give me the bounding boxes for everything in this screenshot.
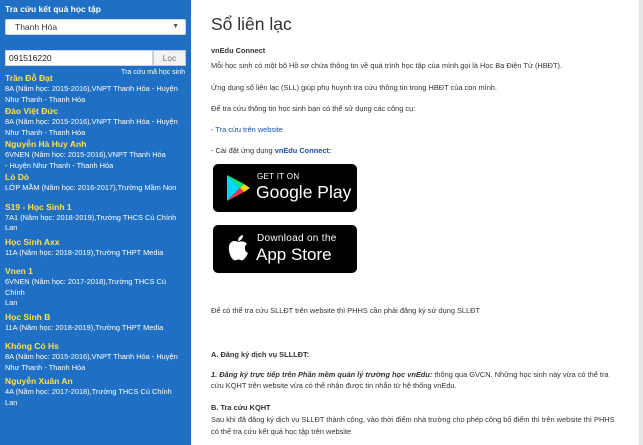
list-item[interactable]: Đào Việt Đức 8A (Năm học: 2015-2016),VNP… [0, 106, 191, 138]
student-detail: 8A (Năm học: 2015-2016),VNPT Thanh Hóa -… [5, 117, 178, 126]
subtitle: vnEdu Connect [211, 46, 266, 55]
google-play-button[interactable]: GET IT ON Google Play [213, 164, 357, 212]
province-select-value: Thanh Hóa [15, 22, 58, 32]
list-item[interactable]: Lò Dò LỚP MẦM (Năm học: 2016-2017),Trườn… [0, 172, 191, 194]
student-name[interactable]: Vnen 1 [5, 266, 187, 277]
student-name[interactable]: Không Có Hs [5, 341, 187, 352]
apple-icon [228, 235, 248, 261]
list-item[interactable]: Nguyễn Xuân An 4A (Năm học: 2017-2018),T… [0, 376, 191, 408]
student-detail: Lan [5, 223, 18, 232]
section-a-heading: A. Đăng ký dịch vụ SLLLĐT: [211, 350, 310, 359]
app-store-big-text: App Store [256, 245, 332, 264]
list-item[interactable]: Nguyễn Hà Huy Anh 6VNEN (Năm học: 2015-2… [0, 139, 191, 171]
student-name[interactable]: Nguyễn Hà Huy Anh [5, 139, 187, 150]
google-play-small-text: GET IT ON [257, 172, 300, 181]
list-item[interactable]: Không Có Hs 8A (Năm học: 2015-2016),VNPT… [0, 341, 191, 373]
web-lookup-link[interactable]: - Tra cứu trên website [211, 125, 283, 134]
app-description: Ứng dụng sổ liên lạc (SLL) giúp phụ huyn… [211, 83, 497, 92]
student-detail: Lan [5, 397, 18, 407]
student-detail: Như Thanh - Thanh Hóa [5, 362, 86, 372]
student-detail: 7A1 (Năm học: 2018-2019),Trường THCS Cù … [5, 212, 177, 222]
student-detail: LỚP MẦM (Năm học: 2016-2017),Trường Mầm … [5, 183, 177, 192]
student-detail: Lan [5, 298, 18, 307]
student-detail: 6VNEN (Năm học: 2015-2016),VNPT Thanh Hó… [5, 150, 166, 159]
list-item[interactable]: Học Sinh B 11A (Năm học: 2018-2019),Trườ… [0, 312, 191, 334]
student-name[interactable]: Trần Đỗ Đạt [5, 73, 187, 84]
student-detail: 8A (Năm học: 2015-2016),VNPT Thanh Hóa -… [5, 84, 178, 93]
search-input[interactable]: 091516220 [5, 50, 153, 66]
list-item[interactable]: Học Sinh Axx 11A (Năm học: 2018-2019),Tr… [0, 237, 191, 259]
install-prefix: - Cài đặt ứng dụng [211, 146, 275, 155]
main-content: Sổ liên lạc vnEdu Connect Mỗi học sinh c… [211, 0, 636, 445]
google-play-big-text: Google Play [256, 182, 352, 202]
install-app-name: vnEdu Connect: [274, 146, 332, 155]
section-a-text: 1. Đăng ký trực tiếp trên Phần mềm quản … [211, 370, 609, 379]
student-name[interactable]: Học Sinh B [5, 312, 187, 323]
student-name[interactable]: Nguyễn Xuân An [5, 376, 187, 387]
student-name[interactable]: Đào Việt Đức [5, 106, 187, 117]
section-b-text-2: có thể tra cứu kết quả học tập trên webs… [211, 427, 352, 436]
register-note: Để có thể tra cứu SLLĐT trên website thì… [211, 306, 480, 315]
student-detail: 8A (Năm học: 2015-2016),VNPT Thanh Hóa -… [5, 352, 178, 361]
scrollbar[interactable] [639, 0, 643, 445]
student-detail: Như Thanh - Thanh Hóa [5, 127, 86, 137]
student-name[interactable]: Học Sinh Axx [5, 237, 187, 248]
list-item[interactable]: Vnen 1 6VNEN (Năm học: 2017-2018),Trường… [0, 266, 191, 309]
student-detail: 11A (Năm học: 2018-2019),Trường THPT Med… [5, 247, 164, 257]
sidebar-title: Tra cứu kết quả học tập [5, 4, 101, 14]
student-detail: Như Thanh - Thanh Hóa [5, 94, 86, 104]
student-detail: 11A (Năm học: 2018-2019),Trường THPT Med… [5, 322, 164, 332]
section-a-body: thông qua GVCN. Những học sinh này vừa c… [432, 370, 609, 379]
student-detail: 4A (Năm học: 2017-2018),Trường THCS Cù C… [5, 387, 172, 396]
student-detail: 6VNEN (Năm học: 2017-2018),Trường THCS C… [5, 277, 166, 297]
student-name[interactable]: S19 - Học Sinh 1 [5, 202, 187, 213]
list-item[interactable]: Trần Đỗ Đạt 8A (Năm học: 2015-2016),VNPT… [0, 73, 191, 105]
section-a-emphasis: 1. Đăng ký trực tiếp trên Phần mềm quản … [211, 370, 433, 379]
intro-text: Mỗi học sinh có một bộ Hồ sơ chứa thông … [211, 61, 563, 70]
student-list: Trần Đỗ Đạt 8A (Năm học: 2015-2016),VNPT… [0, 72, 191, 408]
app-store-button[interactable]: Download on the App Store [213, 225, 357, 273]
app-store-small-text: Download on the [257, 233, 337, 244]
tools-intro: Để tra cứu thông tin học sinh bạn có thể… [211, 104, 416, 113]
filter-button[interactable]: Lọc [153, 50, 186, 66]
google-play-icon [227, 175, 250, 201]
student-name[interactable]: Lò Dò [5, 172, 187, 183]
list-item[interactable]: S19 - Học Sinh 1 7A1 (Năm học: 2018-2019… [0, 202, 191, 234]
sidebar: Tra cứu kết quả học tập Thanh Hóa ▼ 0915… [0, 0, 191, 445]
install-line: - Cài đặt ứng dụng vnEdu Connect: [211, 146, 331, 155]
section-a-text-2: cứu KQHT trên website vừa có thể nhận đư… [211, 381, 457, 390]
caret-down-icon: ▼ [172, 23, 179, 30]
section-b-text: Sau khi đã đăng ký dịch vụ SLLĐT thành c… [211, 415, 615, 424]
section-b-heading: B. Tra cứu KQHT [211, 403, 271, 412]
student-detail: - Huyện Như Thanh - Thanh Hóa [5, 160, 114, 170]
province-select[interactable]: Thanh Hóa ▼ [5, 19, 186, 35]
page-title: Sổ liên lạc [211, 14, 292, 34]
